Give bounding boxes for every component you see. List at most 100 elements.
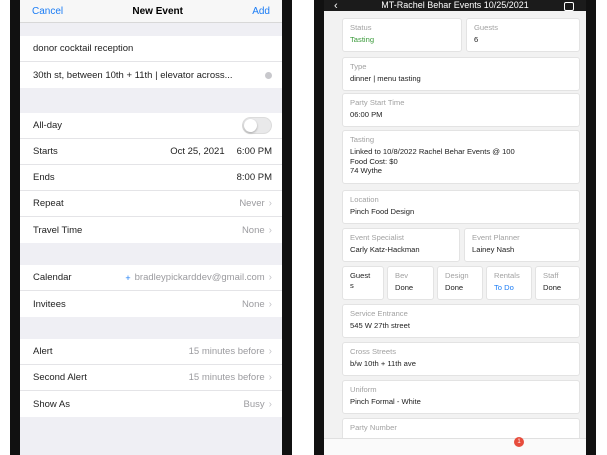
service-entrance-value: 545 W 27th street <box>350 321 410 330</box>
repeat-value: Never <box>239 198 265 209</box>
location-label: Location <box>350 195 379 204</box>
document-icon[interactable] <box>564 2 574 11</box>
second-alert-label: Second Alert <box>33 372 87 383</box>
clear-icon[interactable] <box>265 71 272 79</box>
event-detail-screen: ‹ MT-Rachel Behar Events 10/25/2021 Stat… <box>324 0 586 455</box>
second-alert-value: 15 minutes before <box>188 372 265 383</box>
chevron-right-icon: › <box>268 224 272 236</box>
starts-value: Oct 25, 2021 6:00 PM <box>170 146 272 157</box>
event-header: ‹ MT-Rachel Behar Events 10/25/2021 <box>324 0 586 11</box>
calendar-label: Calendar <box>33 272 72 283</box>
party-number-label: Party Number <box>350 423 397 432</box>
location-value: 30th st, between 10th + 11th | elevator … <box>33 69 233 81</box>
bev-label: Bev <box>395 271 409 280</box>
staff-box[interactable]: Staff Done <box>535 266 580 300</box>
invitees-row[interactable]: Invitees None › <box>20 291 282 317</box>
guest-box-value: s <box>350 280 354 290</box>
guests-field[interactable]: Guests 6 <box>466 18 580 52</box>
tasting-label: Tasting <box>350 135 375 144</box>
all-day-label: All-day <box>33 120 63 131</box>
cancel-button[interactable]: Cancel <box>32 6 63 17</box>
invitees-label: Invitees <box>33 298 66 310</box>
all-day-row: All-day <box>20 113 282 139</box>
starts-row[interactable]: Starts Oct 25, 2021 6:00 PM <box>20 139 282 165</box>
second-alert-row[interactable]: Second Alert 15 minutes before › <box>20 365 282 391</box>
rentals-box[interactable]: Rentals To Do <box>486 266 532 300</box>
cross-streets-value: b/w 10th + 11th ave <box>350 359 416 368</box>
back-arrow-icon[interactable]: ‹ <box>334 1 338 12</box>
chevron-right-icon: › <box>268 346 272 357</box>
ends-row[interactable]: Ends 8:00 PM <box>20 165 282 191</box>
party-start-field[interactable]: Party Start Time 06:00 PM <box>342 93 580 127</box>
notification-badge[interactable]: 1 <box>514 437 524 447</box>
time-group: All-day Starts Oct 25, 2021 6:00 PM Ends… <box>20 113 282 243</box>
tasting-food-cost: Food Cost: $0 <box>350 156 398 166</box>
show-as-row[interactable]: Show As Busy › <box>20 391 282 417</box>
calendar-color-icon: + <box>125 272 131 283</box>
party-start-value: 06:00 PM <box>350 110 383 119</box>
travel-time-row[interactable]: Travel Time None › <box>20 217 282 243</box>
design-value: Done <box>445 283 464 292</box>
invitees-value: None <box>241 298 265 310</box>
bev-box[interactable]: Bev Done <box>387 266 434 300</box>
repeat-row[interactable]: Repeat Never › <box>20 191 282 217</box>
add-button[interactable]: Add <box>252 6 270 17</box>
design-label: Design <box>445 271 469 280</box>
status-field[interactable]: Status Tasting <box>342 18 462 52</box>
bev-value: Done <box>395 283 414 292</box>
tasting-link: Linked to 10/8/2022 Rachel Behar Events … <box>350 147 515 156</box>
alert-group: Alert 15 minutes before › Second Alert 15… <box>20 339 282 417</box>
all-day-toggle[interactable] <box>242 117 272 134</box>
calendar-row[interactable]: Calendar + bradleypickarddev@gmail.com › <box>20 265 282 291</box>
service-entrance-label: Service Entrance <box>350 309 408 318</box>
repeat-label: Repeat <box>33 198 64 209</box>
starts-label: Starts <box>33 146 58 157</box>
uniform-value: Pinch Formal - White <box>350 397 421 406</box>
staff-value: Done <box>543 283 562 292</box>
toggle-knob <box>244 119 257 132</box>
event-specialist-value: Carly Katz-Hackman <box>350 245 420 254</box>
calendar-new-event-screen: Cancel New Event Add donor cocktail rece… <box>20 0 282 455</box>
starts-date[interactable]: Oct 25, 2021 <box>170 146 224 157</box>
guest-box[interactable]: Guest s <box>342 266 384 300</box>
page-title: New Event <box>132 5 183 17</box>
cross-streets-label: Cross Streets <box>350 347 396 356</box>
alert-value: 15 minutes before <box>188 346 265 357</box>
tasting-venue: 74 Wythe <box>350 166 383 175</box>
chevron-right-icon: › <box>268 372 272 383</box>
location-field[interactable]: 30th st, between 10th + 11th | elevator … <box>20 62 282 88</box>
chevron-right-icon: › <box>268 298 272 310</box>
event-planner-label: Event Planner <box>472 233 520 242</box>
travel-time-value: None <box>241 224 265 236</box>
tasting-field[interactable]: Tasting Linked to 10/8/2022 Rachel Behar… <box>342 130 580 184</box>
chevron-right-icon: › <box>268 272 272 283</box>
event-planner-value: Lainey Nash <box>472 245 515 254</box>
starts-time[interactable]: 6:00 PM <box>237 146 272 157</box>
calendar-group: Calendar + bradleypickarddev@gmail.com › I… <box>20 265 282 317</box>
status-label: Status <box>350 23 372 32</box>
cross-streets-field[interactable]: Cross Streets b/w 10th + 11th ave <box>342 342 580 376</box>
location-field[interactable]: Location Pinch Food Design <box>342 190 580 224</box>
event-specialist-field[interactable]: Event Specialist Carly Katz-Hackman <box>342 228 460 262</box>
show-as-label: Show As <box>33 398 70 410</box>
event-header-title: MT-Rachel Behar Events 10/25/2021 <box>381 0 529 10</box>
uniform-field[interactable]: Uniform Pinch Formal - White <box>342 380 580 414</box>
calendar-value: bradleypickarddev@gmail.com <box>134 272 265 283</box>
title-field[interactable]: donor cocktail reception <box>20 36 282 62</box>
service-entrance-field[interactable]: Service Entrance 545 W 27th street <box>342 304 580 338</box>
party-start-label: Party Start Time <box>350 98 405 107</box>
travel-time-label: Travel Time <box>33 224 83 236</box>
guests-value: 6 <box>474 35 479 44</box>
title-value: donor cocktail reception <box>33 43 134 54</box>
type-field[interactable]: Type dinner | menu tasting <box>342 57 580 91</box>
event-specialist-label: Event Specialist <box>350 233 405 242</box>
ends-label: Ends <box>33 172 55 183</box>
bottom-toolbar: 1 <box>324 437 586 455</box>
rentals-value: To Do <box>494 283 514 292</box>
alert-row[interactable]: Alert 15 minutes before › <box>20 339 282 365</box>
status-value: Tasting <box>350 35 375 44</box>
event-planner-field[interactable]: Event Planner Lainey Nash <box>464 228 580 262</box>
ends-time[interactable]: 8:00 PM <box>237 172 272 183</box>
design-box[interactable]: Design Done <box>437 266 483 300</box>
title-location-group: donor cocktail reception 30th st, betwee… <box>20 36 282 88</box>
